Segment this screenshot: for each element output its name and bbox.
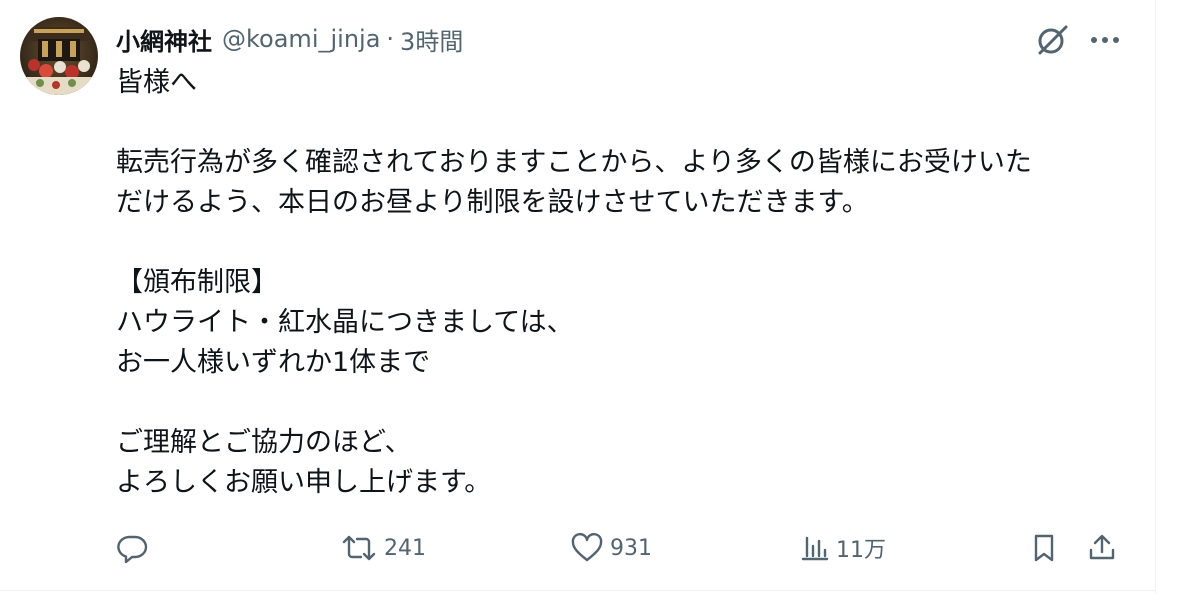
- tweet-line: よろしくお願い申し上げます。: [116, 467, 492, 498]
- separator-dot: ·: [386, 25, 395, 53]
- more-icon[interactable]: [1086, 21, 1124, 59]
- tweet-divider: [0, 590, 1155, 591]
- reply-button[interactable]: [116, 526, 148, 570]
- user-handle[interactable]: @koami_jinja: [222, 25, 380, 53]
- heart-icon: [571, 532, 603, 562]
- grok-icon[interactable]: [1033, 21, 1071, 59]
- shrine-photo-avatar-icon: [20, 17, 98, 95]
- tweet-text: 皆様へ 転売行為が多く確認されておりますことから、より多くの皆様にお受けいた だ…: [116, 63, 1126, 503]
- tweet-line: だけるよう、本日のお昼より制限を設けさせていただきます。: [116, 187, 869, 218]
- views-icon: [801, 536, 829, 561]
- column-divider: [1155, 0, 1156, 594]
- action-bar: 241 931 11万: [0, 526, 1155, 570]
- bookmark-button[interactable]: [1028, 526, 1060, 570]
- share-icon: [1089, 534, 1115, 560]
- views-button[interactable]: 11万: [800, 526, 886, 570]
- views-count: 11万: [836, 538, 886, 563]
- tweet-line: ご理解とご協力のほど、: [116, 427, 412, 458]
- bookmark-icon: [1034, 534, 1054, 562]
- like-button[interactable]: 931: [570, 526, 652, 570]
- avatar[interactable]: [20, 17, 98, 95]
- tweet-line: 皆様へ: [116, 67, 197, 98]
- repost-button[interactable]: 241: [340, 526, 426, 570]
- share-button[interactable]: [1086, 526, 1118, 570]
- tweet-header: 小網神社 @koami_jinja · 3時間: [116, 22, 463, 56]
- tweet-line: 【頒布制限】: [116, 267, 278, 298]
- reply-icon: [117, 535, 148, 564]
- repost-icon: [342, 535, 376, 561]
- like-count: 931: [610, 535, 652, 561]
- tweet-line: 転売行為が多く確認されておりますことから、より多くの皆様にお受けいた: [116, 147, 1032, 178]
- tweet-line: ハウライト・紅水晶につきましては、: [116, 307, 574, 338]
- timestamp[interactable]: 3時間: [400, 22, 463, 57]
- tweet-line: お一人様いずれか1体まで: [116, 347, 431, 378]
- repost-count: 241: [384, 535, 426, 561]
- tweet-card[interactable]: 小網神社 @koami_jinja · 3時間 皆様へ 転売行為が多く確認されて…: [0, 0, 1155, 594]
- display-name[interactable]: 小網神社: [116, 22, 212, 57]
